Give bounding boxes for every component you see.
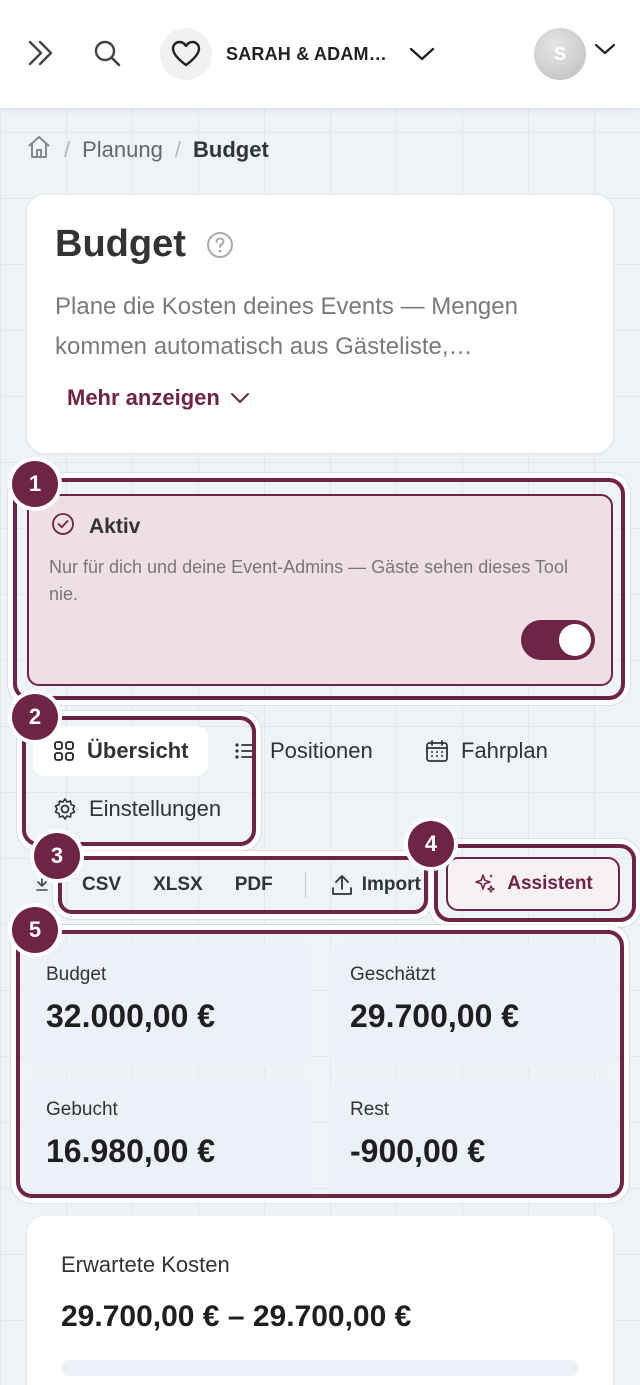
event-switcher[interactable]: SARAH & ADAM…: [160, 28, 435, 80]
assistant-label: Assistent: [507, 873, 593, 894]
status-title: Aktiv: [89, 514, 141, 538]
tab-label: Einstellungen: [89, 796, 222, 821]
chevron-down-icon: [409, 46, 435, 62]
expected-costs-bar: [61, 1360, 579, 1376]
page-description: Plane die Kosten deines Events — Mengen …: [55, 293, 518, 360]
step-marker: 3: [34, 833, 80, 879]
help-icon[interactable]: [206, 231, 234, 259]
import-button[interactable]: Import: [330, 873, 421, 897]
stat-value: 32.000,00 €: [46, 998, 216, 1034]
assistant-button[interactable]: Assistent: [446, 857, 620, 911]
check-circle-icon: [51, 512, 75, 541]
stat-card-budget: Budget 32.000,00 €: [26, 942, 312, 1068]
avatar[interactable]: S: [534, 28, 586, 80]
stat-card-gebucht: Gebucht 16.980,00 €: [26, 1077, 312, 1203]
breadcrumb-separator: /: [174, 137, 181, 162]
breadcrumb-separator: /: [64, 137, 71, 162]
status-description: Nur für dich und deine Event-Admins — Gä…: [49, 557, 568, 604]
search-icon[interactable]: [90, 36, 124, 70]
tab-label: Positionen: [270, 738, 373, 763]
stat-value: -900,00 €: [350, 1133, 486, 1169]
tab-uebersicht[interactable]: Übersicht: [33, 726, 209, 776]
stat-value: 16.980,00 €: [46, 1133, 216, 1169]
show-more-label: Mehr anzeigen: [67, 385, 220, 410]
toggle-knob: [559, 624, 591, 656]
status-card: Aktiv Nur für dich und deine Event-Admin…: [27, 494, 613, 686]
grid-icon: [53, 740, 75, 762]
breadcrumb-budget: Budget: [193, 137, 269, 162]
breadcrumb-planung[interactable]: Planung: [82, 137, 163, 163]
tab-label: Fahrplan: [461, 738, 548, 763]
calendar-icon: [425, 739, 449, 763]
stat-label: Gebucht: [46, 1099, 118, 1120]
step-marker: 4: [408, 821, 454, 867]
page-title: Budget: [55, 223, 186, 265]
download-icon[interactable]: [36, 874, 48, 897]
upload-icon: [331, 875, 352, 895]
expected-costs-label: Erwartete Kosten: [61, 1252, 230, 1277]
export-toolbar: CSV XLSX PDF Import: [60, 858, 428, 912]
intro-card: Budget Plane die Kosten deines Events — …: [27, 195, 613, 453]
step-marker: 2: [12, 694, 58, 740]
breadcrumb: / Planung / Budget: [26, 134, 269, 166]
import-label: Import: [361, 874, 421, 895]
sparkle-icon: [475, 874, 495, 893]
step-marker: 5: [12, 907, 58, 953]
expected-costs-card: Erwartete Kosten 29.700,00 € – 29.700,00…: [27, 1216, 613, 1385]
chevron-down-icon: [230, 393, 249, 403]
export-csv-button[interactable]: CSV: [82, 874, 121, 896]
divider: [304, 872, 306, 898]
export-xlsx-button[interactable]: XLSX: [153, 874, 203, 896]
stat-label: Budget: [46, 964, 107, 985]
event-name: SARAH & ADAM…: [226, 43, 387, 64]
expected-costs-value: 29.700,00 € – 29.700,00 €: [61, 1300, 412, 1333]
export-pdf-button[interactable]: PDF: [235, 874, 273, 896]
tab-positionen[interactable]: Positionen: [234, 738, 373, 764]
stat-card-geschaetzt: Geschätzt 29.700,00 €: [330, 942, 616, 1068]
tab-bar: Übersicht Positionen Fahrplan Einstellun…: [27, 718, 613, 848]
show-more-button[interactable]: Mehr anzeigen: [67, 385, 250, 411]
chevron-down-icon[interactable]: [594, 42, 616, 61]
list-icon: [234, 741, 258, 761]
stat-card-rest: Rest -900,00 €: [330, 1077, 616, 1203]
tab-label: Übersicht: [87, 738, 189, 763]
top-bar: SARAH & ADAM… S: [0, 0, 640, 108]
stat-value: 29.700,00 €: [350, 998, 520, 1034]
stat-label: Rest: [350, 1099, 390, 1120]
tab-einstellungen[interactable]: Einstellungen: [53, 796, 221, 822]
step-marker: 1: [12, 461, 58, 507]
heart-icon: [160, 28, 212, 80]
home-icon[interactable]: [26, 134, 52, 166]
gear-icon: [53, 797, 77, 821]
tab-fahrplan[interactable]: Fahrplan: [425, 738, 548, 764]
stat-label: Geschätzt: [350, 964, 436, 985]
expand-sidebar-icon[interactable]: [24, 36, 58, 70]
active-toggle[interactable]: [521, 620, 595, 660]
